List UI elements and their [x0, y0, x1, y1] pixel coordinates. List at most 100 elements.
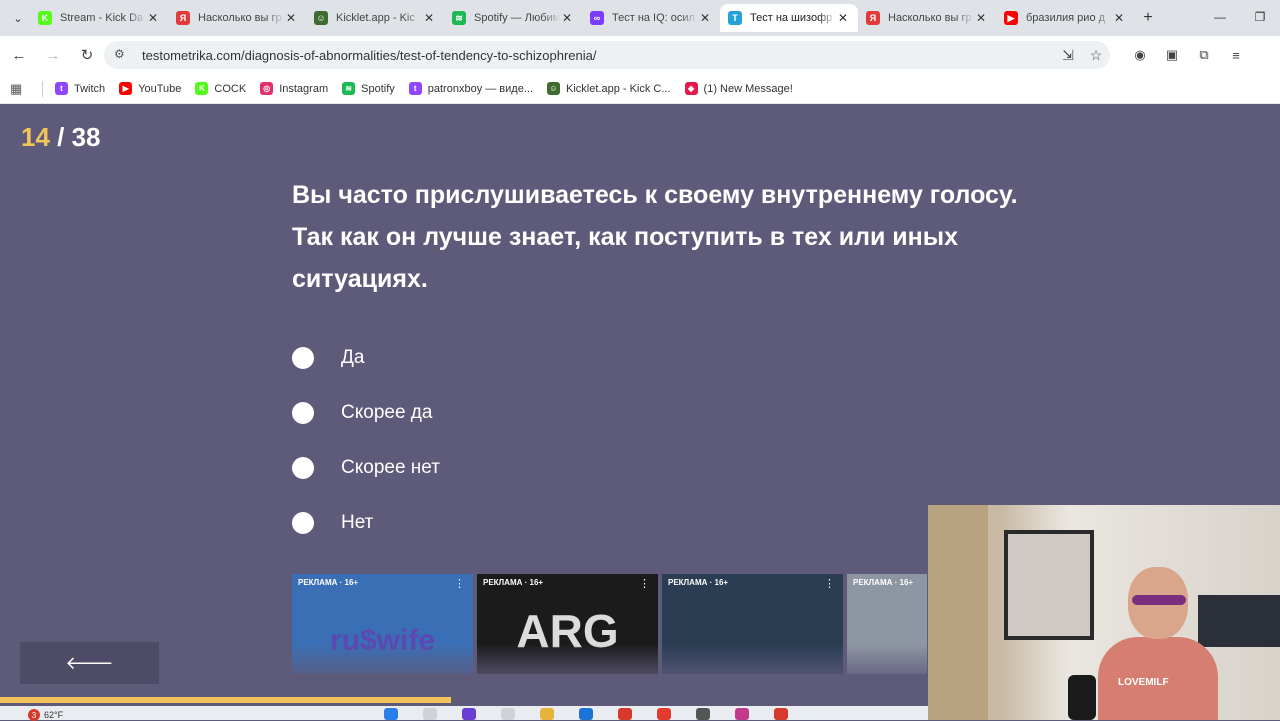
tab-title[interactable]: Тест на шизофр: [750, 12, 836, 24]
tab-favicon-icon: Я: [176, 11, 190, 25]
ad-menu-icon[interactable]: ⋮: [824, 577, 835, 590]
app-icon[interactable]: [735, 708, 749, 720]
browser-tab[interactable]: T Тест на шизофр ✕: [720, 4, 858, 32]
extension-icon[interactable]: ▣: [1156, 42, 1188, 68]
bookmark-item[interactable]: ▶ YouTube: [119, 82, 181, 95]
shirt-text: LOVEMILF: [1118, 677, 1169, 688]
close-tab-icon[interactable]: ✕: [284, 11, 298, 25]
close-tab-icon[interactable]: ✕: [836, 11, 850, 25]
app-icon[interactable]: [696, 708, 710, 720]
tab-title[interactable]: Kicklet.app - Kic: [336, 12, 422, 24]
app-icon[interactable]: [462, 708, 476, 720]
tab-title[interactable]: Spotify — Любим: [474, 12, 560, 24]
install-app-icon[interactable]: ⇲: [1054, 47, 1082, 64]
url-text[interactable]: testometrika.com/diagnosis-of-abnormalit…: [142, 48, 1054, 63]
explorer-icon[interactable]: [540, 708, 554, 720]
close-tab-icon[interactable]: ✕: [974, 11, 988, 25]
answer-label[interactable]: Скорее да: [341, 402, 432, 424]
tab-title[interactable]: бразилия рио д: [1026, 12, 1112, 24]
answer-label[interactable]: Скорее нет: [341, 457, 440, 479]
bookmark-item[interactable]: ☺ Kicklet.app - Kick C...: [547, 82, 671, 95]
ad-menu-icon[interactable]: ⋮: [454, 577, 465, 590]
question-text: Вы часто прислушиваетесь к своему внутре…: [292, 181, 1018, 293]
answer-option-rather-no[interactable]: Скорее нет: [292, 440, 440, 495]
browser-tab[interactable]: Я Насколько вы гр ✕: [858, 4, 996, 32]
bookmark-label[interactable]: Spotify: [361, 83, 395, 95]
tab-favicon-icon: ▶: [1004, 11, 1018, 25]
extension-icon[interactable]: ◉: [1124, 42, 1156, 68]
browser-tab[interactable]: ≋ Spotify — Любим ✕: [444, 4, 582, 32]
answer-option-rather-yes[interactable]: Скорее да: [292, 385, 440, 440]
radio-button[interactable]: [292, 456, 314, 479]
search-icon[interactable]: [423, 708, 437, 720]
radio-button[interactable]: [292, 346, 314, 369]
start-icon[interactable]: [384, 708, 398, 720]
bookmark-label[interactable]: (1) New Message!: [704, 83, 793, 95]
bookmark-label[interactable]: Kicklet.app - Kick C...: [566, 83, 671, 95]
app-icon[interactable]: [618, 708, 632, 720]
bookmark-item[interactable]: ◎ Instagram: [260, 82, 328, 95]
extensions-puzzle-icon[interactable]: ⧉: [1188, 42, 1220, 68]
weather-widget[interactable]: 3 62°F: [28, 709, 63, 721]
browser-tab[interactable]: ☺ Kicklet.app - Kic ✕: [306, 4, 444, 32]
bookmark-item[interactable]: ◆ (1) New Message!: [684, 82, 793, 95]
app-icon[interactable]: [579, 708, 593, 720]
ad-label: РЕКЛАМА · 16+: [298, 578, 359, 587]
answer-label[interactable]: Нет: [341, 512, 373, 534]
browser-tab[interactable]: K Stream - Kick Da ✕: [30, 4, 168, 32]
browser-tab[interactable]: ∞ Тест на IQ: осил ✕: [582, 4, 720, 32]
close-tab-icon[interactable]: ✕: [1112, 11, 1126, 25]
answer-label[interactable]: Да: [341, 347, 364, 369]
close-tab-icon[interactable]: ✕: [146, 11, 160, 25]
minimize-icon[interactable]: —: [1200, 0, 1240, 34]
bookmark-favicon-icon: t: [55, 82, 68, 95]
bookmark-label[interactable]: COCK: [214, 83, 246, 95]
bookmark-star-icon[interactable]: ☆: [1082, 47, 1110, 64]
tab-title[interactable]: Насколько вы гр: [888, 12, 974, 24]
app-icon[interactable]: [657, 708, 671, 720]
tab-title[interactable]: Тест на IQ: осил: [612, 12, 698, 24]
previous-question-button[interactable]: 🡐: [20, 642, 159, 684]
bookmark-label[interactable]: Instagram: [279, 83, 328, 95]
ad-label: РЕКЛАМА · 16+: [483, 578, 544, 587]
bookmark-favicon-icon: t: [408, 82, 422, 95]
bookmark-item[interactable]: t Twitch: [55, 82, 105, 95]
apps-grid-icon[interactable]: ▦: [10, 81, 26, 97]
maximize-icon[interactable]: ❐: [1240, 0, 1280, 34]
window-controls: — ❐: [1200, 0, 1280, 34]
close-tab-icon[interactable]: ✕: [422, 11, 436, 25]
app-icon[interactable]: [774, 708, 788, 720]
tab-title[interactable]: Насколько вы гр: [198, 12, 284, 24]
bookmark-item[interactable]: t patronxboy — виде...: [408, 82, 533, 95]
site-settings-icon[interactable]: ⚙: [114, 47, 130, 63]
back-nav-icon[interactable]: ←: [4, 40, 34, 70]
tab-title[interactable]: Stream - Kick Da: [60, 12, 146, 24]
answer-option-yes[interactable]: Да: [292, 330, 440, 385]
close-tab-icon[interactable]: ✕: [698, 11, 712, 25]
bookmark-label[interactable]: YouTube: [138, 83, 181, 95]
bookmark-label[interactable]: patronxboy — виде...: [428, 83, 533, 95]
browser-tab[interactable]: Я Насколько вы гр ✕: [168, 4, 306, 32]
radio-button[interactable]: [292, 511, 314, 534]
bookmark-favicon-icon: ≋: [342, 82, 356, 95]
taskview-icon[interactable]: [501, 708, 515, 720]
webcam-door: [928, 505, 988, 720]
bookmark-item[interactable]: K COCK: [195, 82, 246, 95]
bookmark-favicon-icon: ◎: [260, 82, 274, 95]
bookmark-item[interactable]: ≋ Spotify: [342, 82, 395, 95]
media-controls-icon[interactable]: ≡: [1220, 42, 1252, 68]
extensions-area: ◉ ▣ ⧉ ≡: [1124, 42, 1252, 68]
answer-option-no[interactable]: Нет: [292, 495, 440, 550]
tab-favicon-icon: Я: [866, 11, 880, 25]
close-tab-icon[interactable]: ✕: [560, 11, 574, 25]
browser-tab[interactable]: ▶ бразилия рио д ✕: [996, 4, 1134, 32]
tab-search-icon[interactable]: ⌄: [8, 8, 28, 28]
ad-menu-icon[interactable]: ⋮: [639, 577, 650, 590]
address-bar[interactable]: ⚙ testometrika.com/diagnosis-of-abnormal…: [104, 41, 1110, 69]
radio-button[interactable]: [292, 401, 314, 424]
reload-icon[interactable]: ↻: [72, 40, 102, 70]
current-question-number: 14: [21, 122, 50, 152]
bookmark-label[interactable]: Twitch: [74, 83, 105, 95]
new-tab-icon[interactable]: +: [1134, 4, 1162, 32]
forward-nav-icon[interactable]: →: [38, 40, 68, 70]
